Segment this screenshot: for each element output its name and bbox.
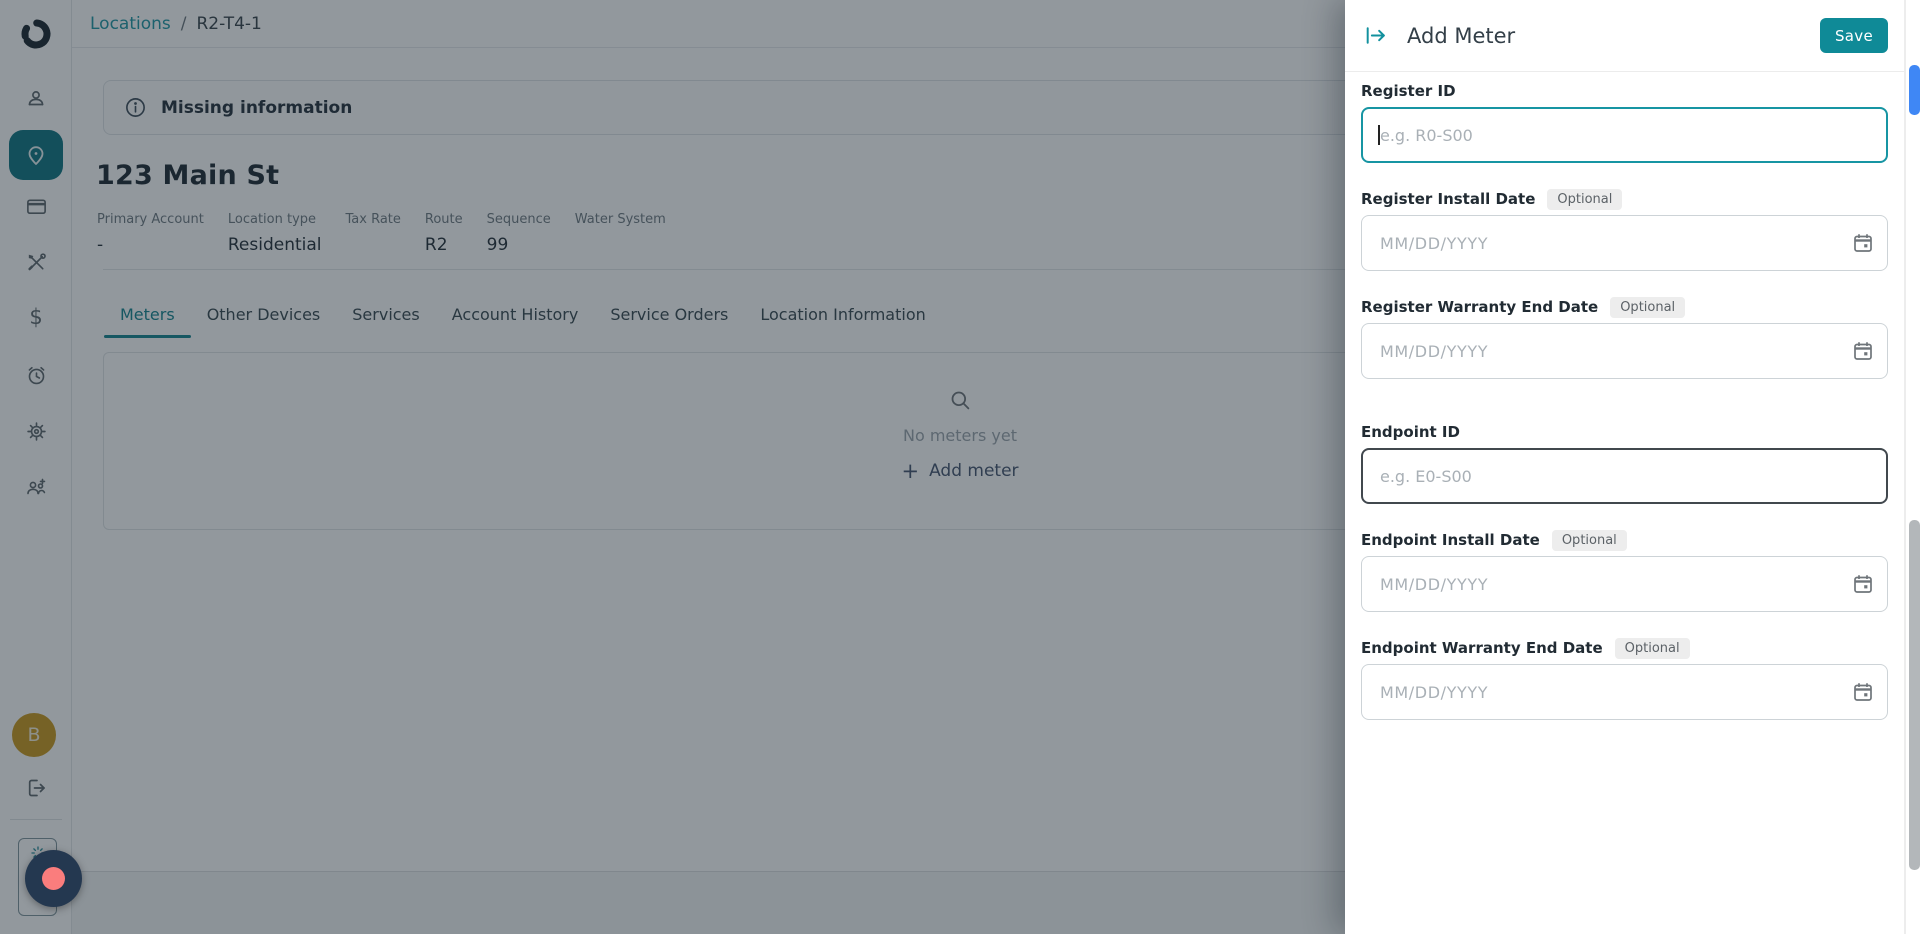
field-label: Endpoint ID (1361, 423, 1460, 441)
recording-dot-icon (42, 867, 65, 890)
optional-badge: Optional (1551, 529, 1627, 551)
field-endpoint-install-date: Endpoint Install Date Optional (1361, 529, 1888, 612)
text-cursor (1378, 125, 1380, 145)
endpoint-install-date-input[interactable] (1361, 556, 1888, 612)
field-register-id: Register ID (1361, 80, 1888, 163)
calendar-icon[interactable] (1851, 231, 1875, 255)
calendar-icon[interactable] (1851, 680, 1875, 704)
add-meter-form: Register ID Register Install Date Option… (1345, 80, 1904, 720)
field-label: Register Install Date (1361, 190, 1536, 208)
app-screen: $ B Locations / R2-T4-1 Missing informat… (0, 0, 1920, 934)
collapse-right-icon (1363, 23, 1388, 48)
optional-badge: Optional (1614, 637, 1690, 659)
endpoint-id-input[interactable] (1361, 448, 1888, 504)
field-label: Endpoint Install Date (1361, 531, 1540, 549)
field-register-install-date: Register Install Date Optional (1361, 188, 1888, 271)
drawer-header: Add Meter Save (1345, 0, 1904, 72)
scrollbar-thumb-secondary[interactable] (1909, 65, 1920, 115)
calendar-icon[interactable] (1851, 572, 1875, 596)
register-install-date-input[interactable] (1361, 215, 1888, 271)
register-id-input[interactable] (1361, 107, 1888, 163)
field-label: Register Warranty End Date (1361, 298, 1599, 316)
drawer-title: Add Meter (1407, 23, 1516, 48)
field-label: Register ID (1361, 82, 1456, 100)
chat-launcher-button[interactable] (25, 850, 82, 907)
window-scrollbar (1905, 0, 1920, 934)
field-register-warranty-end-date: Register Warranty End Date Optional (1361, 296, 1888, 379)
field-endpoint-warranty-end-date: Endpoint Warranty End Date Optional (1361, 637, 1888, 720)
field-endpoint-id: Endpoint ID (1361, 421, 1888, 504)
add-meter-drawer: Add Meter Save Register ID Register Inst… (1345, 0, 1905, 934)
calendar-icon[interactable] (1851, 339, 1875, 363)
optional-badge: Optional (1610, 296, 1686, 318)
register-warranty-end-date-input[interactable] (1361, 323, 1888, 379)
scrollbar-thumb[interactable] (1909, 520, 1920, 870)
endpoint-warranty-end-date-input[interactable] (1361, 664, 1888, 720)
close-drawer-button[interactable] (1361, 21, 1390, 50)
save-button[interactable]: Save (1819, 18, 1888, 53)
optional-badge: Optional (1547, 188, 1623, 210)
field-label: Endpoint Warranty End Date (1361, 639, 1603, 657)
